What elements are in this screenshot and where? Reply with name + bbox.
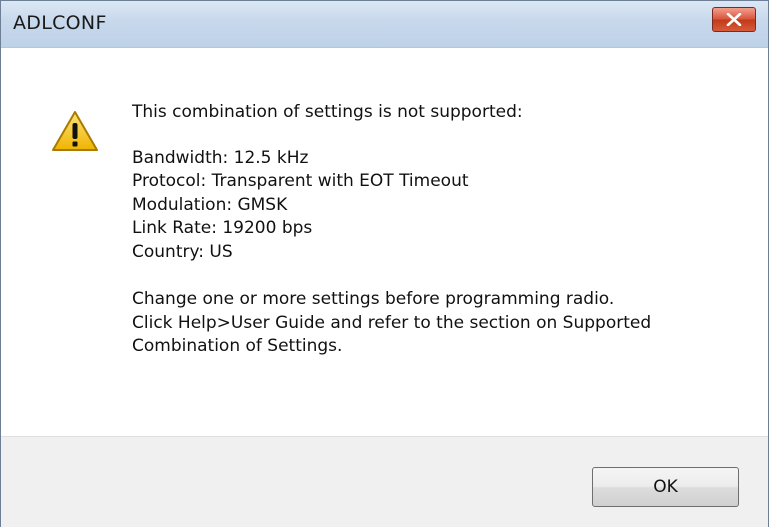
dialog-instructions: Change one or more settings before progr… [132,288,651,359]
button-bar: OK [1,436,768,527]
instruction-line: Change one or more settings before progr… [132,289,615,309]
close-button[interactable] [712,7,756,32]
instruction-line: Combination of Settings. [132,336,343,356]
detail-country: Country: US [132,241,233,262]
warning-icon [52,111,98,151]
dialog-headline: This combination of settings is not supp… [132,102,523,122]
instruction-line: Click Help>User Guide and refer to the s… [132,312,652,333]
detail-modulation: Modulation: GMSK [132,194,288,215]
settings-details: Bandwidth: 12.5 kHz Protocol: Transparen… [132,147,651,265]
detail-link-rate: Link Rate: 19200 bps [132,218,313,238]
message-dialog: ADLCONF This combination of settings is … [0,0,769,527]
message-content: This combination of settings is not supp… [132,101,651,359]
window-title: ADLCONF [13,12,107,34]
ok-button[interactable]: OK [592,467,739,507]
title-bar[interactable]: ADLCONF [1,1,768,48]
detail-protocol: Protocol: Transparent with EOT Timeout [132,171,469,191]
detail-bandwidth: Bandwidth: 12.5 kHz [132,147,309,168]
close-icon [726,13,742,26]
